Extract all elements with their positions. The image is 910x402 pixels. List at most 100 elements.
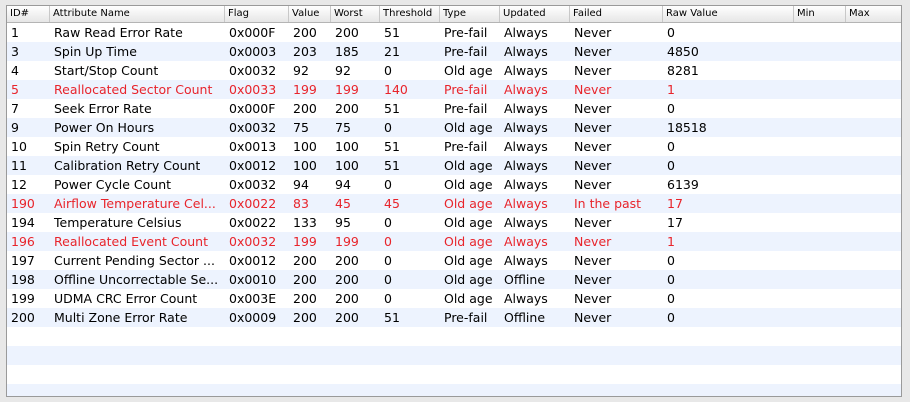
cell-id: 12 (11, 177, 27, 192)
cell-updated: Always (504, 63, 548, 78)
column-header-attribute-name[interactable]: Attribute Name (50, 6, 225, 22)
column-header-value[interactable]: Value (289, 6, 331, 22)
table-row[interactable]: 198 Offline Uncorrectable Se... 0x0010 200 2… (7, 270, 901, 289)
cell-raw-value: 6139 (667, 177, 699, 192)
cell-threshold: 51 (384, 158, 400, 173)
cell-flag: 0x0032 (229, 120, 277, 135)
cell-id: 3 (11, 44, 19, 59)
cell-value: 100 (293, 139, 317, 154)
cell-type: Pre-fail (444, 310, 488, 325)
cell-worst: 75 (335, 120, 351, 135)
column-header-type[interactable]: Type (440, 6, 500, 22)
table-row[interactable]: 11 Calibration Retry Count 0x0012 100 100 51 O… (7, 156, 901, 175)
table-row[interactable]: 196 Reallocated Event Count 0x0032 199 199 0 O… (7, 232, 901, 251)
table-row[interactable]: 7 Seek Error Rate 0x000F 200 200 51 Pre-fail Al… (7, 99, 901, 118)
cell-threshold: 45 (384, 196, 400, 211)
column-header-raw-value[interactable]: Raw Value (663, 6, 794, 22)
table-row[interactable]: 199 UDMA CRC Error Count 0x003E 200 200 0 Old … (7, 289, 901, 308)
cell-attribute-name: Airflow Temperature Cel... (54, 196, 216, 211)
cell-attribute-name: Multi Zone Error Rate (54, 310, 188, 325)
column-header-max[interactable]: Max (846, 6, 901, 22)
table-row[interactable]: 200 Multi Zone Error Rate 0x0009 200 200 51 Pr… (7, 308, 901, 327)
cell-max (846, 61, 901, 80)
cell-updated: Always (504, 25, 548, 40)
cell-flag: 0x0010 (229, 272, 277, 287)
column-header-min[interactable]: Min (794, 6, 846, 22)
column-header-worst[interactable]: Worst (331, 6, 380, 22)
cell-threshold: 0 (384, 63, 392, 78)
empty-row (7, 346, 901, 365)
table-row[interactable]: 4 Start/Stop Count 0x0032 92 92 0 Old age Alway… (7, 61, 901, 80)
cell-type: Pre-fail (444, 25, 488, 40)
table-row[interactable]: 9 Power On Hours 0x0032 75 75 0 Old age Always N… (7, 118, 901, 137)
column-header-threshold[interactable]: Threshold (380, 6, 440, 22)
cell-updated: Always (504, 120, 548, 135)
cell-worst: 92 (335, 63, 351, 78)
cell-attribute-name: Seek Error Rate (54, 101, 152, 116)
table-row[interactable]: 12 Power Cycle Count 0x0032 94 94 0 Old age Alw… (7, 175, 901, 194)
cell-max (846, 80, 901, 99)
cell-min (794, 137, 846, 156)
table-row[interactable]: 10 Spin Retry Count 0x0013 100 100 51 Pre-fail… (7, 137, 901, 156)
cell-type: Old age (444, 177, 493, 192)
cell-value: 203 (293, 44, 317, 59)
table-row[interactable]: 3 Spin Up Time 0x0003 203 185 21 Pre-fail Alway… (7, 42, 901, 61)
cell-raw-value: 0 (667, 101, 675, 116)
cell-raw-value: 1 (667, 234, 675, 249)
cell-failed: Never (574, 25, 612, 40)
cell-flag: 0x0022 (229, 196, 277, 211)
cell-updated: Always (504, 253, 548, 268)
cell-failed: Never (574, 44, 612, 59)
cell-updated: Always (504, 101, 548, 116)
cell-worst: 200 (335, 310, 359, 325)
table-row[interactable]: 190 Airflow Temperature Cel... 0x0022 83 45 4… (7, 194, 901, 213)
empty-row (7, 327, 901, 346)
table-row[interactable]: 194 Temperature Celsius 0x0022 133 95 0 Old ag… (7, 213, 901, 232)
cell-min (794, 118, 846, 137)
table-row[interactable]: 5 Reallocated Sector Count 0x0033 199 199 140… (7, 80, 901, 99)
cell-raw-value: 17 (667, 196, 683, 211)
column-header-id[interactable]: ID# (7, 6, 50, 22)
cell-max (846, 118, 901, 137)
cell-flag: 0x0003 (229, 44, 277, 59)
cell-max (846, 289, 901, 308)
cell-threshold: 0 (384, 253, 392, 268)
cell-id: 200 (11, 310, 35, 325)
cell-type: Old age (444, 120, 493, 135)
cell-failed: Never (574, 82, 612, 97)
cell-max (846, 308, 901, 327)
cell-value: 83 (293, 196, 309, 211)
cell-updated: Always (504, 291, 548, 306)
cell-raw-value: 0 (667, 25, 675, 40)
cell-worst: 100 (335, 139, 359, 154)
cell-min (794, 61, 846, 80)
cell-max (846, 156, 901, 175)
cell-type: Old age (444, 253, 493, 268)
cell-flag: 0x0033 (229, 82, 277, 97)
cell-failed: Never (574, 63, 612, 78)
table-row[interactable]: 197 Current Pending Sector ... 0x0012 200 20… (7, 251, 901, 270)
cell-flag: 0x0012 (229, 253, 277, 268)
cell-updated: Always (504, 82, 548, 97)
cell-id: 199 (11, 291, 35, 306)
cell-raw-value: 0 (667, 253, 675, 268)
empty-row (7, 384, 901, 396)
cell-id: 5 (11, 82, 19, 97)
cell-max (846, 232, 901, 251)
cell-raw-value: 0 (667, 139, 675, 154)
cell-id: 194 (11, 215, 35, 230)
cell-flag: 0x000F (229, 25, 276, 40)
cell-attribute-name: Power Cycle Count (54, 177, 172, 192)
cell-min (794, 270, 846, 289)
table-row[interactable]: 1 Raw Read Error Rate 0x000F 200 200 51 Pre-fa… (7, 23, 901, 42)
cell-threshold: 0 (384, 120, 392, 135)
cell-failed: Never (574, 234, 612, 249)
cell-threshold: 51 (384, 101, 400, 116)
cell-threshold: 51 (384, 25, 400, 40)
cell-updated: Always (504, 196, 548, 211)
column-header-flag[interactable]: Flag (225, 6, 289, 22)
cell-value: 200 (293, 291, 317, 306)
column-header-updated[interactable]: Updated (500, 6, 570, 22)
cell-attribute-name: Raw Read Error Rate (54, 25, 183, 40)
column-header-failed[interactable]: Failed (570, 6, 663, 22)
